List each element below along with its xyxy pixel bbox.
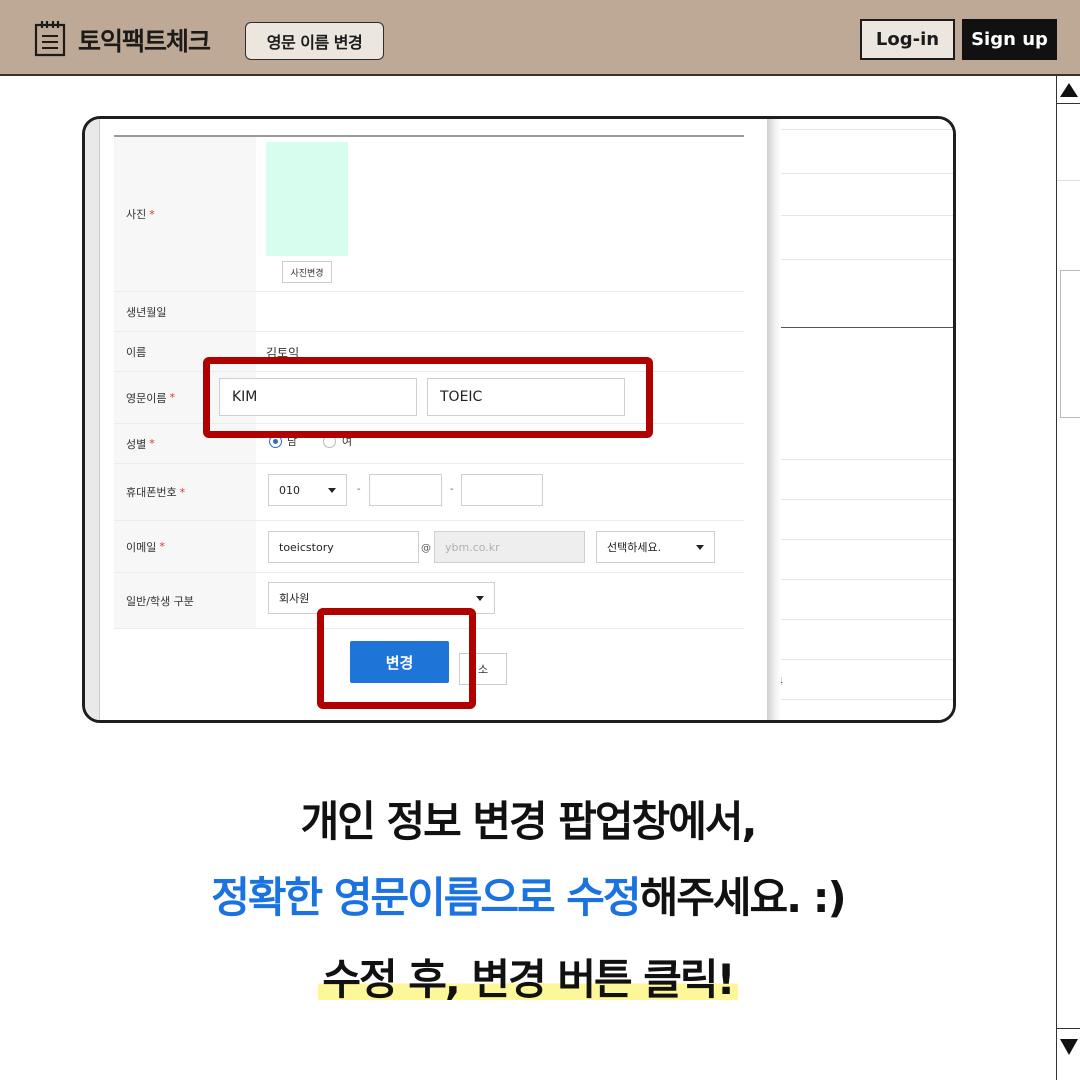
name-label: 이름 [126,345,147,359]
profile-photo [266,142,348,256]
change-photo-button[interactable]: 사진변경 [282,261,332,283]
scroll-down-arrow-icon [1060,1039,1078,1055]
dropdown-caret-icon [476,596,484,601]
screenshot-frame: 34 사진 * 사진변경 생년월일 [82,116,956,723]
background-page: 34 [769,119,953,720]
caption-highlight-text: 정확한 영문이름으로 수정 [211,873,641,922]
caption-rest-text: 해주세요. :) [639,873,847,922]
member-type-label: 일반/학생 구분 [126,594,194,608]
email-domain-select[interactable]: 선택하세요. [596,531,715,563]
vertical-scrollbar[interactable] [1056,76,1080,1080]
gender-label: 성별 [126,437,147,451]
signup-button[interactable]: Sign up [962,19,1057,60]
scroll-up-button[interactable] [1057,76,1080,104]
caption-line-2: 정확한 영문이름으로 수정해주세요. :) [0,864,1056,925]
english-name-change-tag[interactable]: 영문 이름 변경 [245,22,384,60]
submit-button-highlight-box [317,608,476,709]
dropdown-caret-icon [696,545,704,550]
login-button[interactable]: Log-in [860,19,955,60]
photo-label: 사진 [126,208,147,221]
caption-line-3: 수정 후, 변경 버튼 클릭! [0,946,1056,1007]
form-row-photo: 사진 * 사진변경 [114,137,744,292]
scroll-thumb[interactable] [1060,270,1080,418]
scroll-down-button[interactable] [1057,1028,1080,1080]
phone-last-input[interactable] [461,474,543,506]
phone-middle-input[interactable] [369,474,442,506]
phone-prefix-select[interactable]: 010 [268,474,347,506]
top-bar: 토익팩트체크 영문 이름 변경 Log-in Sign up [0,0,1080,76]
phone-label: 휴대폰번호 [126,486,177,499]
notepad-icon [34,21,66,57]
form-row-email: 이메일 * toeicstory @ ybm.co.kr 선택하세요. [114,521,744,573]
email-domain-input[interactable]: ybm.co.kr [434,531,585,563]
caption-marked-text: 수정 후, 변경 버튼 클릭! [318,955,738,1004]
scroll-up-arrow-icon [1060,82,1078,97]
caption-line-1: 개인 정보 변경 팝업창에서, [300,797,758,846]
english-name-highlight-box [203,357,653,438]
brand-name[interactable]: 토익팩트체크 [78,22,211,58]
birth-label: 생년월일 [126,305,167,319]
dropdown-caret-icon [328,488,336,493]
email-label: 이메일 [126,540,157,554]
form-row-phone: 휴대폰번호 * 010 - - [114,464,744,521]
english-name-label: 영문이름 [126,391,167,405]
email-id-input[interactable]: toeicstory [268,531,419,563]
form-row-birth: 생년월일 [114,292,744,332]
